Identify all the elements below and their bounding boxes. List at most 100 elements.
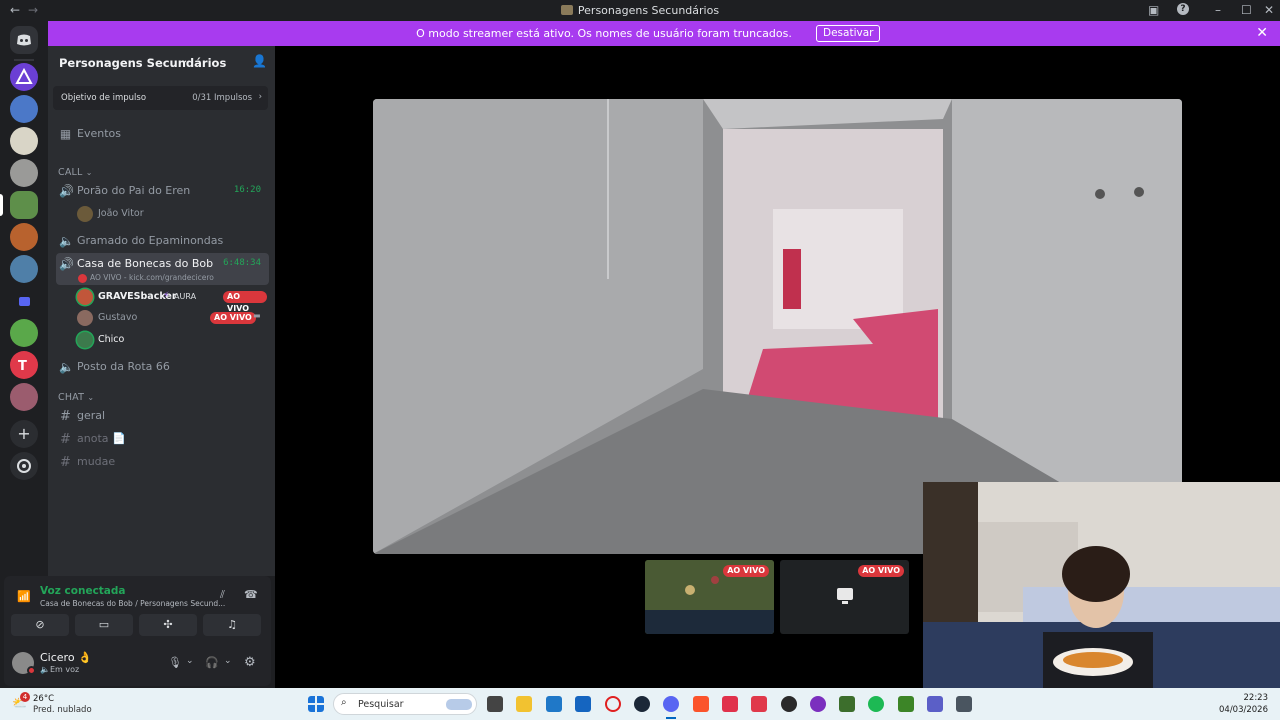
search-icon: ⌕ bbox=[341, 697, 347, 708]
server-icon bbox=[560, 5, 573, 15]
server-icon-3[interactable] bbox=[10, 127, 38, 155]
live-badge: AO VIVO bbox=[723, 565, 769, 577]
taskbar-search[interactable]: ⌕ Pesquisar bbox=[333, 693, 477, 715]
text-channel-mudae[interactable]: # mudae bbox=[56, 451, 269, 473]
voice-status[interactable]: Voz conectada bbox=[40, 585, 126, 597]
close-banner-icon[interactable]: ✕ bbox=[1256, 25, 1268, 41]
weather-desc[interactable]: Pred. nublado bbox=[33, 705, 92, 715]
server-header[interactable]: Personagens Secundários ⌄ 👤 bbox=[48, 46, 275, 78]
text-channel-geral[interactable]: # geral bbox=[56, 405, 269, 427]
opera-icon[interactable] bbox=[605, 696, 621, 712]
stream-link[interactable]: AO VIVO - kick.com/grandecicero bbox=[90, 273, 214, 282]
server-icon-1[interactable] bbox=[10, 63, 38, 91]
close-window-icon[interactable]: ✕ bbox=[1264, 3, 1274, 17]
app-purple-icon[interactable] bbox=[810, 696, 826, 712]
voice-user-joao[interactable]: João Vitor bbox=[77, 204, 267, 224]
category-chat-label: CHAT bbox=[58, 392, 85, 403]
voice-channel-label: Porão do Pai do Eren bbox=[77, 184, 191, 197]
app-icon[interactable] bbox=[781, 696, 797, 712]
chevron-down-icon[interactable]: ⌄ bbox=[224, 656, 232, 666]
voice-channel-gramado[interactable]: 🔈 Gramado do Epaminondas bbox=[56, 230, 269, 252]
avatar bbox=[77, 310, 93, 326]
voice-user-chico[interactable]: Chico bbox=[77, 330, 267, 350]
chevron-down-icon[interactable]: ⌄ bbox=[186, 656, 194, 666]
boost-goal[interactable]: Objetivo de impulso 0/31 Impulsos › bbox=[53, 86, 268, 110]
discover-icon[interactable] bbox=[10, 452, 38, 480]
inbox-icon[interactable]: ▣ bbox=[1148, 3, 1159, 17]
voice-channel-posto[interactable]: 🔈 Posto da Rota 66 bbox=[56, 356, 269, 378]
tiktok-icon[interactable] bbox=[722, 696, 738, 712]
live-badge[interactable]: AO VIVO bbox=[223, 291, 267, 313]
soundboard-button[interactable]: ♫ bbox=[203, 614, 261, 636]
chevron-down-icon: ⌄ bbox=[87, 393, 95, 402]
in-voice-icon: 🔈 bbox=[40, 665, 50, 674]
webcam-video[interactable] bbox=[923, 482, 1280, 688]
outlook-icon[interactable] bbox=[575, 696, 591, 712]
server-icon-2[interactable] bbox=[10, 95, 38, 123]
calendar-icon: ▦ bbox=[59, 127, 72, 141]
camera-off-button[interactable]: ⊘ bbox=[11, 614, 69, 636]
voice-channel-porao[interactable]: 🔊 Porão do Pai do Eren 16:20 bbox=[56, 180, 269, 202]
app-shield-icon[interactable] bbox=[956, 696, 972, 712]
chevron-down-icon: ⌄ bbox=[180, 55, 189, 66]
brave-icon[interactable] bbox=[693, 696, 709, 712]
stream-thumbnail-screen[interactable]: AO VIVO bbox=[780, 560, 909, 634]
minecraft-icon[interactable] bbox=[898, 696, 914, 712]
hash-icon: # bbox=[60, 409, 71, 424]
voice-panel: 📶 Voz conectada Casa de Bonecas do Bob /… bbox=[4, 576, 271, 686]
settings-gear-icon[interactable]: ⚙ bbox=[244, 655, 256, 670]
server-icon-10[interactable] bbox=[10, 383, 38, 411]
microphone-icon[interactable]: 🎙 bbox=[168, 656, 182, 669]
server-icon-9[interactable]: T bbox=[10, 351, 38, 379]
user-panel-name[interactable]: Cicero 👌 bbox=[40, 651, 92, 664]
events-item[interactable]: ▦ Eventos bbox=[56, 123, 269, 145]
app-t-icon[interactable] bbox=[751, 696, 767, 712]
minimize-icon[interactable]: – bbox=[1215, 3, 1221, 17]
stream-thumbnail-game[interactable]: AO VIVO bbox=[645, 560, 774, 634]
voice-location[interactable]: Casa de Bonecas do Bob / Personagens Sec… bbox=[40, 599, 225, 608]
help-icon[interactable]: ? bbox=[1177, 3, 1189, 15]
activities-button[interactable]: ✣ bbox=[139, 614, 197, 636]
server-icon-8[interactable] bbox=[10, 319, 38, 347]
add-server-icon[interactable]: + bbox=[10, 420, 38, 448]
file-explorer-icon[interactable] bbox=[516, 696, 532, 712]
steam-icon[interactable] bbox=[634, 696, 650, 712]
rail-divider bbox=[14, 59, 34, 61]
speaker-icon: 🔈 bbox=[59, 360, 74, 374]
teams-icon[interactable] bbox=[927, 696, 943, 712]
direct-messages-icon[interactable] bbox=[10, 26, 38, 54]
voice-user-graves[interactable]: GRAVESbacker ⚡ AURA AO VIVO bbox=[77, 287, 267, 313]
store-icon[interactable] bbox=[546, 696, 562, 712]
clock-time[interactable]: 22:23 bbox=[1244, 693, 1269, 703]
weather-temp[interactable]: 26°C bbox=[33, 694, 54, 704]
category-chat[interactable]: CHAT ⌄ bbox=[58, 392, 94, 403]
task-view-icon[interactable] bbox=[487, 696, 503, 712]
headphones-icon[interactable]: 🎧 bbox=[205, 656, 219, 669]
soundboard-icon: ♫ bbox=[227, 618, 237, 631]
voice-user-gustavo[interactable]: Gustavo AO VIVO ▬ bbox=[77, 308, 267, 328]
category-call[interactable]: CALL ⌄ bbox=[58, 167, 93, 178]
disable-streamer-button[interactable]: Desativar bbox=[816, 25, 881, 42]
screen-share-button[interactable]: ▭ bbox=[75, 614, 133, 636]
disconnect-icon[interactable]: ☎ bbox=[244, 588, 258, 601]
server-icon-7[interactable] bbox=[10, 255, 38, 283]
server-icon-6[interactable] bbox=[10, 223, 38, 251]
app-green-icon[interactable] bbox=[839, 696, 855, 712]
invite-people-icon[interactable]: 👤 bbox=[252, 54, 267, 68]
spotify-icon[interactable] bbox=[868, 696, 884, 712]
server-icon-4[interactable] bbox=[10, 159, 38, 187]
noise-suppression-icon[interactable]: ⫽ bbox=[220, 588, 225, 602]
discord-icon[interactable] bbox=[663, 696, 679, 712]
server-icon-active[interactable] bbox=[10, 191, 38, 219]
category-call-label: CALL bbox=[58, 167, 83, 178]
maximize-icon[interactable]: ☐ bbox=[1241, 3, 1252, 17]
windows-taskbar: ⛅ 4 26°C Pred. nublado ⌕ Pesquisar 22:23… bbox=[0, 688, 1280, 720]
events-label: Eventos bbox=[77, 127, 121, 140]
activities-icon: ✣ bbox=[163, 618, 173, 631]
live-badge[interactable]: AO VIVO bbox=[210, 312, 256, 324]
windows-start-icon[interactable] bbox=[308, 696, 324, 712]
clock-date[interactable]: 04/03/2026 bbox=[1219, 705, 1268, 715]
voice-channel-casa[interactable]: 🔊 Casa de Bonecas do Bob 6:48:34 AO VIVO… bbox=[56, 253, 269, 285]
text-channel-anota[interactable]: # anota 📄 bbox=[56, 428, 269, 450]
folder-icon[interactable] bbox=[19, 297, 30, 306]
